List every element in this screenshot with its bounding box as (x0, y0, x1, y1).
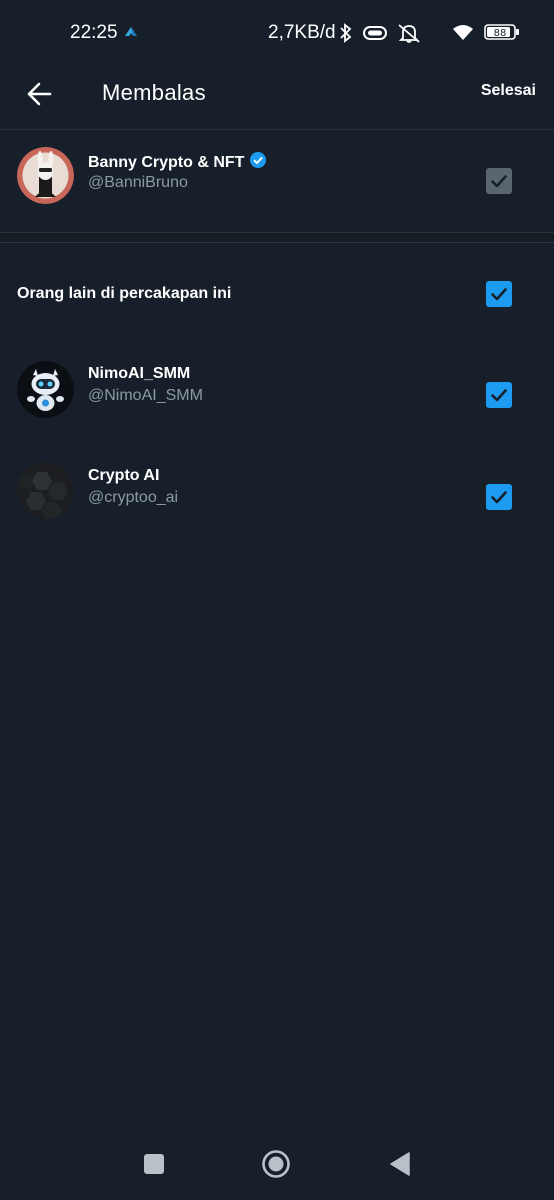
reply-settings-screen: 22:25 2,7KB/d 88 Membalas Selesai Banny … (0, 0, 554, 1200)
user-handle: @BanniBruno (88, 174, 188, 191)
user-name: Crypto AI (88, 467, 160, 484)
check-icon (491, 491, 507, 504)
check-icon (491, 389, 507, 402)
bluetooth-icon (338, 22, 354, 49)
home-button[interactable] (256, 1144, 296, 1184)
primary-user-checkbox[interactable] (486, 168, 512, 194)
battery-level: 88 (494, 28, 507, 39)
vibrate-icon (360, 24, 390, 47)
top-app-bar: Membalas Selesai (0, 64, 554, 130)
triangle-back-icon (390, 1152, 410, 1176)
user-name: Banny Crypto & NFT (88, 151, 267, 174)
network-speed: 2,7KB/d (268, 22, 336, 43)
user-handle: @NimoAI_SMM (88, 387, 203, 404)
section-divider (0, 232, 554, 243)
list-item[interactable]: NimoAI_SMM @NimoAI_SMM (0, 350, 554, 440)
square-icon (144, 1154, 164, 1174)
circle-icon (262, 1150, 290, 1178)
check-icon (491, 175, 507, 188)
back-nav-button[interactable] (380, 1144, 420, 1184)
list-item[interactable]: Crypto AI @cryptoo_ai (0, 452, 554, 542)
user-name: NimoAI_SMM (88, 365, 191, 382)
status-time: 22:25 (70, 22, 118, 43)
avatar (17, 462, 74, 519)
primary-user-row: Banny Crypto & NFT @BanniBruno (0, 130, 554, 230)
check-icon (491, 288, 507, 301)
verified-badge-icon (249, 151, 267, 174)
app-notification-icon (123, 24, 139, 45)
user-name-text: Banny Crypto & NFT (88, 153, 245, 171)
arrow-left-icon (27, 82, 52, 106)
others-checkbox[interactable] (486, 281, 512, 307)
user-checkbox[interactable] (486, 382, 512, 408)
mute-icon (396, 22, 422, 49)
back-button[interactable] (22, 76, 58, 112)
user-handle: @cryptoo_ai (88, 489, 179, 506)
avatar (17, 361, 74, 418)
battery-icon: 88 (484, 24, 520, 45)
wifi-icon (452, 23, 474, 46)
done-button[interactable]: Selesai (481, 82, 536, 100)
recents-button[interactable] (134, 1144, 174, 1184)
system-navigation-bar (0, 1132, 554, 1200)
user-checkbox[interactable] (486, 484, 512, 510)
status-bar: 22:25 2,7KB/d 88 (0, 0, 554, 64)
others-in-conversation-label: Orang lain di percakapan ini (17, 285, 232, 302)
page-title: Membalas (102, 80, 206, 105)
avatar (17, 147, 74, 204)
